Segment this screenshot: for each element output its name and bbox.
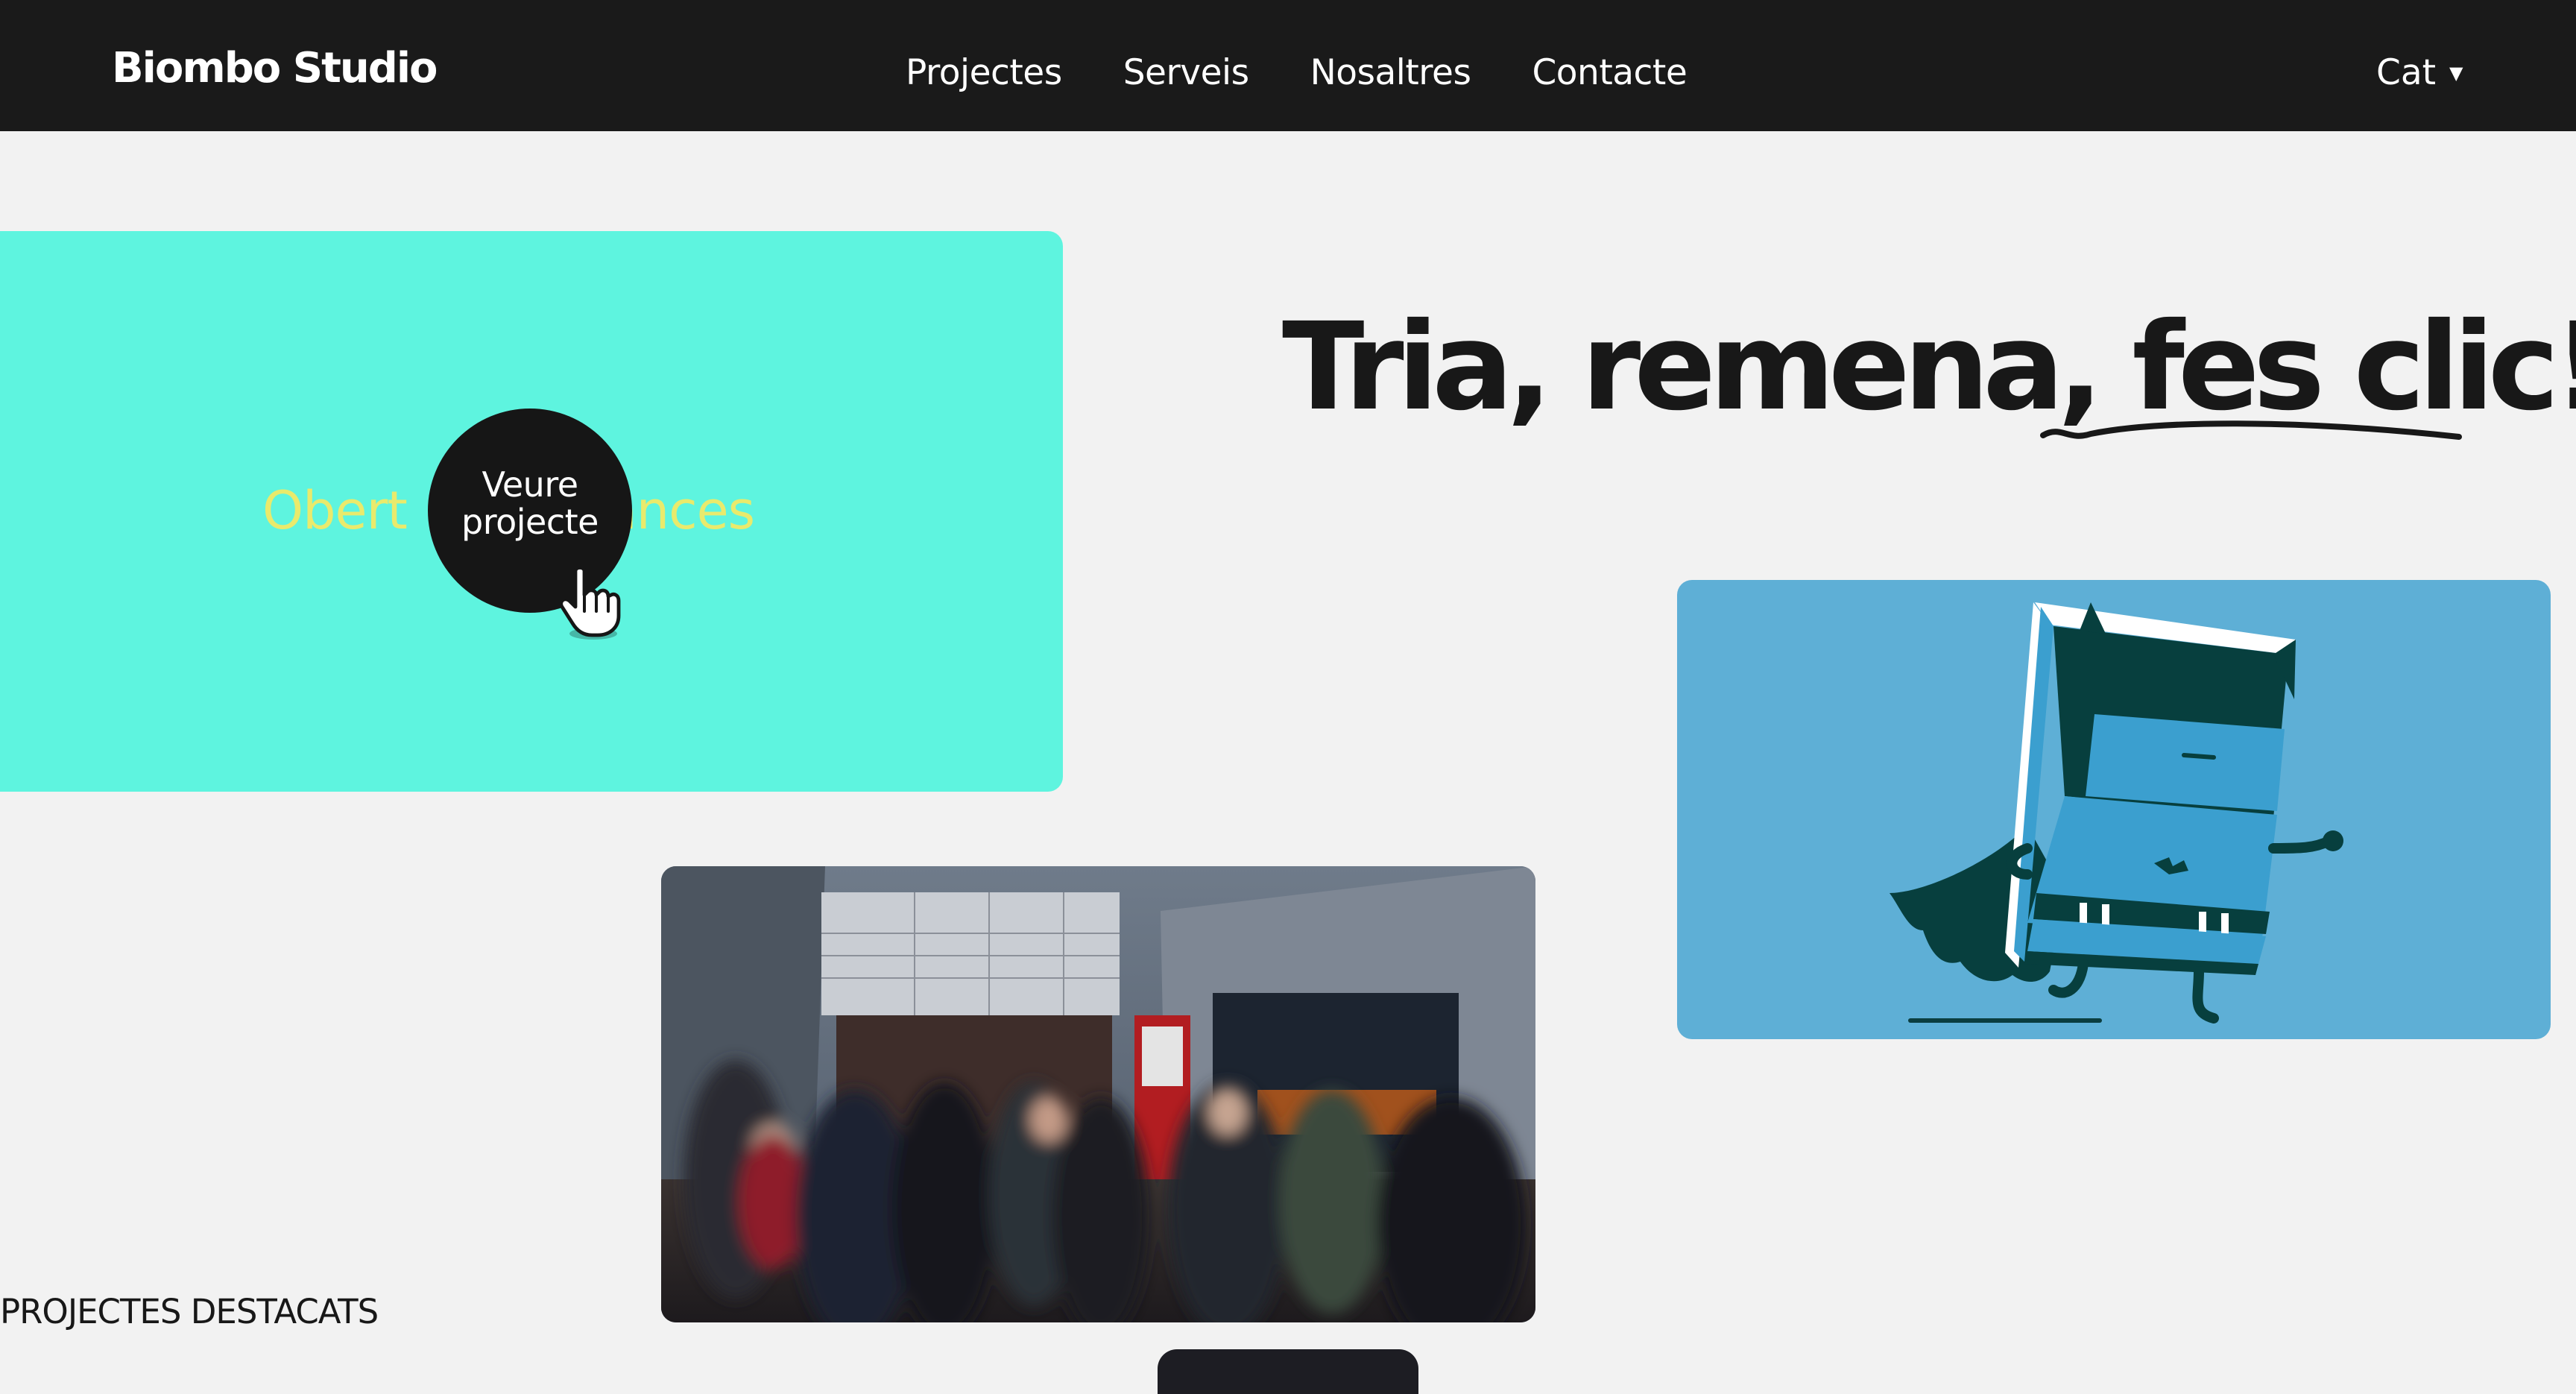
section-title-featured-projects: PROJECTES DESTACATS (0, 1292, 379, 1331)
book-superhero-illustration (1890, 602, 2343, 1024)
brand-logo[interactable]: Biombo Studio (112, 42, 438, 95)
language-selector[interactable]: Cat ▼ (2376, 48, 2463, 98)
caret-down-icon: ▼ (2449, 63, 2463, 83)
view-project-label-line2: projecte (461, 502, 599, 542)
hero-headline-plain: Tria, remena, (1282, 297, 2133, 438)
featured-title-left: Obert (262, 480, 408, 541)
project-card-photo[interactable] (661, 866, 1535, 1322)
view-project-label-line1: Veure (482, 464, 578, 505)
project-card-peek[interactable] (1158, 1349, 1418, 1394)
top-navigation-bar: Biombo Studio Projectes Serveis Nosaltre… (0, 0, 2576, 131)
nav-link-serveis[interactable]: Serveis (1123, 48, 1249, 98)
main-nav: Projectes Serveis Nosaltres Contacte (906, 48, 1688, 98)
nav-link-nosaltres[interactable]: Nosaltres (1310, 48, 1471, 98)
nav-link-contacte[interactable]: Contacte (1532, 48, 1687, 98)
nav-link-projectes[interactable]: Projectes (906, 48, 1062, 98)
featured-project-card[interactable]: Obert ances Veure projecte (0, 231, 1063, 792)
project-card-illustration[interactable] (1677, 580, 2551, 1039)
hand-pointer-icon (559, 566, 621, 640)
headline-underline-squiggle (2040, 420, 2462, 440)
language-label: Cat (2376, 52, 2437, 93)
cinema-lobby-photo (661, 866, 1535, 1322)
